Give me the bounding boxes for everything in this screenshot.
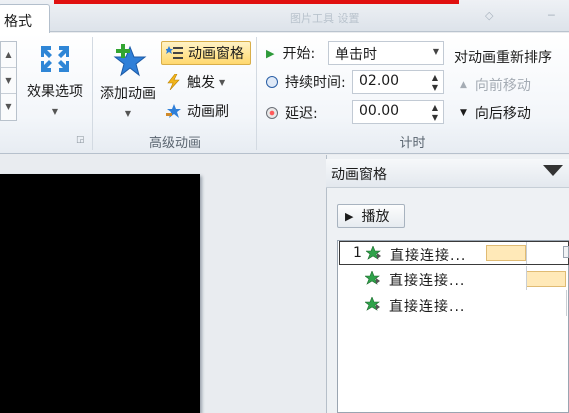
move-earlier-label: 向前移动 [474,78,531,94]
effect-options-label: 效果选项 [27,84,83,100]
effect-star-icon [365,271,380,285]
start-label-text: 开始: [282,46,316,62]
ribbon-tab-bar [0,0,569,32]
slide-thumbnail[interactable] [0,174,200,413]
spin-up-icon[interactable]: ▲ [432,103,438,112]
start-value: 单击时 [335,47,377,63]
reorder-title: 对动画重新排序 [454,50,552,66]
clock-icon [266,76,278,88]
duration-spinner[interactable]: 02.00 ▲ ▼ [352,70,444,94]
tabbar-faint-text: 图片工具 设置 [290,12,360,25]
timing-bar[interactable] [526,271,566,287]
delay-icon [266,107,278,119]
spin-up-icon[interactable]: ▲ [432,73,438,82]
animation-pane-button[interactable]: 动画窗格 [161,41,251,65]
ribbon: ▲ ▼ ▼ 效果选项 ▼ ◲ 添加动画 ▼ 动画窗格 触发 ▼ 动画刷 高级动画… [0,33,569,154]
gallery-down-icon[interactable]: ▼ [1,68,16,94]
item-label: 直接连接... [390,248,467,264]
timeline-divider [526,266,527,290]
animation-list-item[interactable]: 1 直接连接... [339,241,569,265]
delay-label-text: 延迟: [285,106,318,122]
star-plus-icon [113,44,147,77]
duration-label: 持续时间: [266,72,346,92]
timeline-divider [566,290,567,316]
lightning-icon [167,74,180,90]
item-label: 直接连接... [389,299,466,315]
play-label: 播放 [361,209,390,225]
help-icon[interactable]: ◇ [485,9,499,22]
chevron-down-icon: ▼ [51,107,59,116]
move-later-label: 向后移动 [474,106,531,122]
spin-down-icon[interactable]: ▼ [432,83,438,92]
animation-list [337,240,569,413]
tab-format[interactable]: 格式 [0,4,50,33]
contextual-tab-indicator [54,0,459,4]
move-later-button[interactable]: ▼ 向后移动 [456,101,535,125]
gallery-up-icon[interactable]: ▲ [1,42,16,68]
item-number: 1 [353,245,362,261]
delay-spinner[interactable]: 00.00 ▲ ▼ [352,100,444,124]
start-dropdown[interactable]: 单击时 ▼ [328,41,444,65]
effect-star-icon [366,246,381,260]
timeline-divider [526,242,527,264]
dialog-launcher-icon[interactable]: ◲ [76,135,85,145]
gallery-scroller[interactable]: ▲ ▼ ▼ [0,41,17,121]
arrow-up-icon: ▲ [460,80,467,90]
chevron-down-icon: ▼ [124,109,132,118]
trigger-button[interactable]: 触发 ▼ [161,70,229,94]
start-label: ▶ 开始: [266,43,315,63]
delay-value: 00.00 [359,103,400,119]
animation-painter-icon [166,104,181,118]
group-separator [92,37,93,150]
effect-options-icon [41,46,69,72]
delay-label: 延迟: [266,103,318,123]
gallery-more-icon[interactable]: ▼ [1,94,16,120]
effect-options-button[interactable]: 效果选项 ▼ [22,43,88,116]
group-label-advanced: 高级动画 [148,136,201,151]
effect-star-icon [365,297,380,311]
close-icon[interactable]: ─ [548,9,562,22]
animation-pane-icon [166,46,183,59]
chevron-down-icon: ▼ [432,47,439,56]
play-icon: ▶ [345,209,354,223]
add-animation-button[interactable]: 添加动画 ▼ [96,43,160,118]
item-label: 直接连接... [389,273,466,289]
animation-painter-button[interactable]: 动画刷 [161,99,233,123]
timing-bar[interactable] [486,245,526,261]
trigger-label: 触发 [187,75,215,91]
animation-pane-title: 动画窗格 [331,167,387,183]
arrow-down-icon: ▼ [460,108,467,118]
tab-format-label: 格式 [4,14,32,30]
move-earlier-button[interactable]: ▲ 向前移动 [456,73,535,97]
group-label-timing: 计时 [399,136,426,151]
animation-pane-label: 动画窗格 [188,46,244,62]
duration-label-text: 持续时间: [285,75,346,91]
play-icon: ▶ [266,46,275,60]
pane-menu-icon[interactable] [543,165,563,176]
duration-value: 02.00 [359,73,400,89]
play-button[interactable]: ▶ 播放 [337,204,405,228]
spin-down-icon[interactable]: ▼ [432,113,438,122]
item-dropdown-icon[interactable] [563,246,569,258]
animation-painter-label: 动画刷 [187,104,229,120]
chevron-down-icon: ▼ [219,77,226,87]
animation-list-item[interactable]: 直接连接... [339,293,569,317]
add-animation-label: 添加动画 [100,86,156,102]
